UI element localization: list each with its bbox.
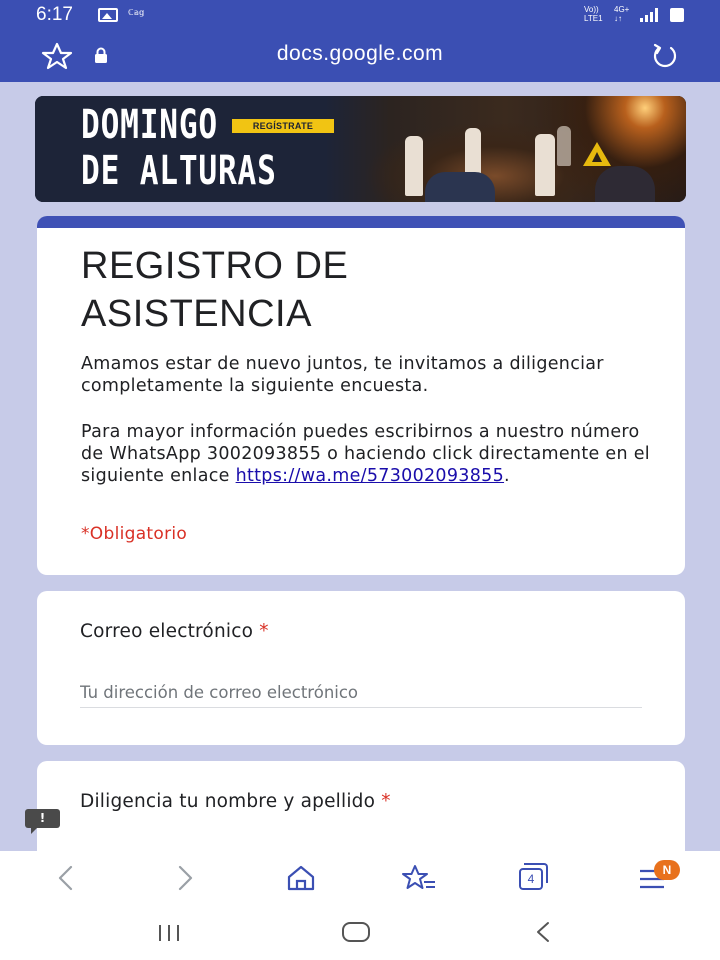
forward-icon[interactable] (172, 863, 198, 897)
notification-label: ℂ𝕒𝕘 (128, 8, 145, 17)
required-asterisk: * (381, 791, 391, 812)
volte-indicator: Vo)) LTE1 (584, 5, 603, 23)
required-asterisk: * (259, 621, 269, 642)
browser-toolbar: 4 (0, 851, 720, 907)
form-description: Amamos estar de nuevo juntos, te invitam… (81, 354, 604, 396)
home-nav-icon[interactable] (341, 921, 371, 947)
home-icon[interactable] (285, 863, 317, 897)
back-icon[interactable] (53, 863, 79, 897)
form-title: REGISTRO DE ASISTENCIA (81, 245, 349, 335)
gallery-notification-icon (98, 8, 118, 22)
altura-logo-icon (583, 142, 611, 166)
status-bar: 6:17 ℂ𝕒𝕘 Vo)) LTE1 4G+ ↓↑ (0, 0, 720, 30)
system-nav-bar (0, 907, 720, 960)
tabs-count-button[interactable]: 4 (519, 868, 543, 890)
banner-title: DOMINGO DE ALTURAS (81, 102, 277, 194)
form-header-banner: DOMINGO DE ALTURAS REGÍSTRATE (35, 96, 686, 202)
reload-icon[interactable] (649, 42, 681, 74)
menu-new-badge: N (654, 860, 680, 880)
browser-url-bar: docs.google.com (0, 30, 720, 82)
bookmarks-icon[interactable] (400, 863, 438, 897)
feedback-icon[interactable]: ! (25, 809, 60, 834)
form-title-card: REGISTRO DE ASISTENCIA Amamos estar de n… (37, 216, 685, 575)
required-note: *Obligatorio (81, 524, 188, 544)
signal-icon (640, 8, 662, 22)
back-nav-icon[interactable] (533, 921, 553, 947)
battery-icon (670, 8, 684, 22)
register-badge: REGÍSTRATE (232, 119, 334, 133)
whatsapp-link[interactable]: https://wa.me/573002093855 (236, 466, 504, 486)
form-contact-info: Para mayor información puedes escribirno… (81, 422, 650, 486)
4g-indicator: 4G+ ↓↑ (614, 5, 630, 23)
status-time: 6:17 (36, 4, 73, 25)
recents-icon[interactable] (156, 923, 182, 947)
question-email-label: Correo electrónico * (80, 621, 269, 642)
email-field[interactable] (80, 678, 642, 708)
url-text[interactable]: docs.google.com (0, 42, 720, 66)
question-name-label: Diligencia tu nombre y apellido * (80, 791, 391, 812)
question-email-card: Correo electrónico * (37, 591, 685, 745)
stage-photo (325, 96, 686, 202)
